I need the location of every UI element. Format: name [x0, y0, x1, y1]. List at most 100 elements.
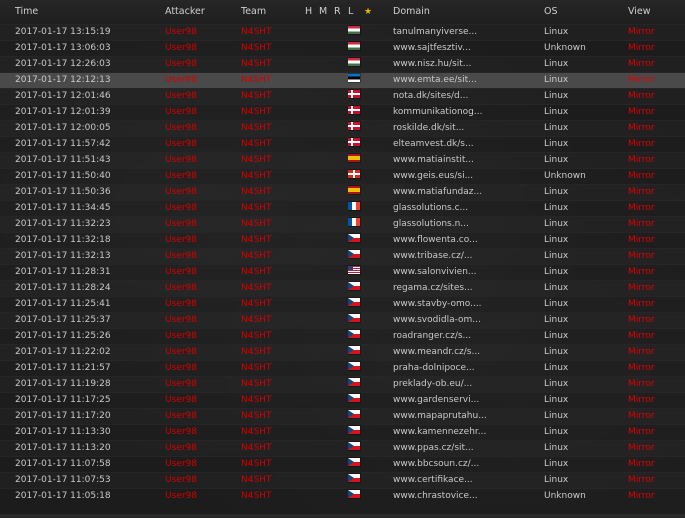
cell-team-link[interactable]: N4SHT [241, 312, 305, 328]
table-row[interactable]: 2017-01-17 11:07:58 User98 N4SHT www.bbcsou… [0, 456, 685, 472]
mirror-link[interactable]: Mirror [628, 72, 685, 88]
column-header-attacker[interactable]: Attacker [165, 0, 241, 24]
cell-team-link[interactable]: N4SHT [241, 280, 305, 296]
mirror-link[interactable]: Mirror [628, 232, 685, 248]
cell-team-link[interactable]: N4SHT [241, 168, 305, 184]
cell-team-link[interactable]: N4SHT [241, 56, 305, 72]
cell-team-link[interactable]: N4SHT [241, 40, 305, 56]
table-row[interactable]: 2017-01-17 13:15:19 User98 N4SHT tanulmanyi… [0, 24, 685, 40]
cell-team-link[interactable]: N4SHT [241, 424, 305, 440]
table-row[interactable]: 2017-01-17 11:25:26 User98 N4SHT roadranger… [0, 328, 685, 344]
cell-team-link[interactable]: N4SHT [241, 200, 305, 216]
cell-team-link[interactable]: N4SHT [241, 328, 305, 344]
cell-team-link[interactable]: N4SHT [241, 344, 305, 360]
table-row[interactable]: 2017-01-17 11:19:28 User98 N4SHT preklady-o… [0, 376, 685, 392]
cell-attacker-link[interactable]: User98 [165, 40, 241, 56]
cell-attacker-link[interactable]: User98 [165, 312, 241, 328]
cell-attacker-link[interactable]: User98 [165, 392, 241, 408]
table-row[interactable]: 2017-01-17 11:13:30 User98 N4SHT www.kamenn… [0, 424, 685, 440]
cell-attacker-link[interactable]: User98 [165, 376, 241, 392]
cell-attacker-link[interactable]: User98 [165, 264, 241, 280]
cell-attacker-link[interactable]: User98 [165, 24, 241, 40]
cell-attacker-link[interactable]: User98 [165, 456, 241, 472]
column-header-domain[interactable]: Domain [393, 0, 544, 24]
mirror-link[interactable]: Mirror [628, 248, 685, 264]
mirror-link[interactable]: Mirror [628, 280, 685, 296]
table-row[interactable]: 2017-01-17 11:17:25 User98 N4SHT www.garden… [0, 392, 685, 408]
cell-team-link[interactable]: N4SHT [241, 392, 305, 408]
cell-attacker-link[interactable]: User98 [165, 360, 241, 376]
cell-team-link[interactable]: N4SHT [241, 360, 305, 376]
mirror-link[interactable]: Mirror [628, 408, 685, 424]
cell-attacker-link[interactable]: User98 [165, 296, 241, 312]
table-row[interactable]: 2017-01-17 11:17:20 User98 N4SHT www.mapapr… [0, 408, 685, 424]
column-header-redefacement[interactable]: R [334, 0, 348, 24]
cell-attacker-link[interactable]: User98 [165, 120, 241, 136]
cell-attacker-link[interactable]: User98 [165, 152, 241, 168]
table-row[interactable]: 2017-01-17 13:06:03 User98 N4SHT www.sajtfe… [0, 40, 685, 56]
mirror-link[interactable]: Mirror [628, 104, 685, 120]
mirror-link[interactable]: Mirror [628, 312, 685, 328]
cell-attacker-link[interactable]: User98 [165, 344, 241, 360]
cell-attacker-link[interactable]: User98 [165, 488, 241, 504]
cell-team-link[interactable]: N4SHT [241, 264, 305, 280]
table-row[interactable]: 2017-01-17 11:28:31 User98 N4SHT www.salonv… [0, 264, 685, 280]
mirror-link[interactable]: Mirror [628, 296, 685, 312]
mirror-link[interactable]: Mirror [628, 88, 685, 104]
cell-team-link[interactable]: N4SHT [241, 136, 305, 152]
cell-attacker-link[interactable]: User98 [165, 424, 241, 440]
table-row[interactable]: 2017-01-17 12:00:05 User98 N4SHT roskilde.d… [0, 120, 685, 136]
cell-team-link[interactable]: N4SHT [241, 88, 305, 104]
mirror-link[interactable]: Mirror [628, 360, 685, 376]
cell-team-link[interactable]: N4SHT [241, 248, 305, 264]
cell-attacker-link[interactable]: User98 [165, 104, 241, 120]
mirror-link[interactable]: Mirror [628, 376, 685, 392]
table-row[interactable]: 2017-01-17 11:25:37 User98 N4SHT www.svodid… [0, 312, 685, 328]
table-row[interactable]: 2017-01-17 11:07:53 User98 N4SHT www.certif… [0, 472, 685, 488]
cell-team-link[interactable]: N4SHT [241, 104, 305, 120]
column-header-os[interactable]: OS [544, 0, 628, 24]
table-row[interactable]: 2017-01-17 11:05:18 User98 N4SHT www.chrast… [0, 488, 685, 504]
mirror-link[interactable]: Mirror [628, 152, 685, 168]
cell-attacker-link[interactable]: User98 [165, 440, 241, 456]
cell-team-link[interactable]: N4SHT [241, 72, 305, 88]
column-header-homepage[interactable]: H [305, 0, 319, 24]
table-row[interactable]: 2017-01-17 11:25:41 User98 N4SHT www.stavby… [0, 296, 685, 312]
mirror-link[interactable]: Mirror [628, 264, 685, 280]
table-row[interactable]: 2017-01-17 12:12:13 User98 N4SHT www.emta.e… [0, 72, 685, 88]
cell-team-link[interactable]: N4SHT [241, 232, 305, 248]
cell-attacker-link[interactable]: User98 [165, 200, 241, 216]
mirror-link[interactable]: Mirror [628, 24, 685, 40]
cell-attacker-link[interactable]: User98 [165, 136, 241, 152]
mirror-link[interactable]: Mirror [628, 40, 685, 56]
cell-team-link[interactable]: N4SHT [241, 216, 305, 232]
column-header-star-icon[interactable]: ★ [364, 0, 393, 24]
column-header-team[interactable]: Team [241, 0, 305, 24]
mirror-link[interactable]: Mirror [628, 392, 685, 408]
cell-attacker-link[interactable]: User98 [165, 184, 241, 200]
mirror-link[interactable]: Mirror [628, 456, 685, 472]
table-row[interactable]: 2017-01-17 12:26:03 User98 N4SHT www.nisz.h… [0, 56, 685, 72]
table-row[interactable]: 2017-01-17 12:01:46 User98 N4SHT nota.dk/si… [0, 88, 685, 104]
cell-team-link[interactable]: N4SHT [241, 24, 305, 40]
mirror-link[interactable]: Mirror [628, 216, 685, 232]
table-row[interactable]: 2017-01-17 11:13:20 User98 N4SHT www.ppas.c… [0, 440, 685, 456]
cell-attacker-link[interactable]: User98 [165, 72, 241, 88]
table-row[interactable]: 2017-01-17 11:32:23 User98 N4SHT glassoluti… [0, 216, 685, 232]
table-row[interactable]: 2017-01-17 11:32:13 User98 N4SHT www.tribas… [0, 248, 685, 264]
mirror-link[interactable]: Mirror [628, 184, 685, 200]
cell-team-link[interactable]: N4SHT [241, 408, 305, 424]
cell-attacker-link[interactable]: User98 [165, 56, 241, 72]
cell-team-link[interactable]: N4SHT [241, 184, 305, 200]
cell-attacker-link[interactable]: User98 [165, 328, 241, 344]
table-row[interactable]: 2017-01-17 11:51:43 User98 N4SHT www.matiai… [0, 152, 685, 168]
cell-team-link[interactable]: N4SHT [241, 296, 305, 312]
cell-attacker-link[interactable]: User98 [165, 168, 241, 184]
column-header-view[interactable]: View [628, 0, 685, 24]
column-header-time[interactable]: Time [0, 0, 165, 24]
mirror-link[interactable]: Mirror [628, 200, 685, 216]
cell-attacker-link[interactable]: User98 [165, 232, 241, 248]
mirror-link[interactable]: Mirror [628, 440, 685, 456]
mirror-link[interactable]: Mirror [628, 328, 685, 344]
table-row[interactable]: 2017-01-17 12:01:39 User98 N4SHT kommunikat… [0, 104, 685, 120]
